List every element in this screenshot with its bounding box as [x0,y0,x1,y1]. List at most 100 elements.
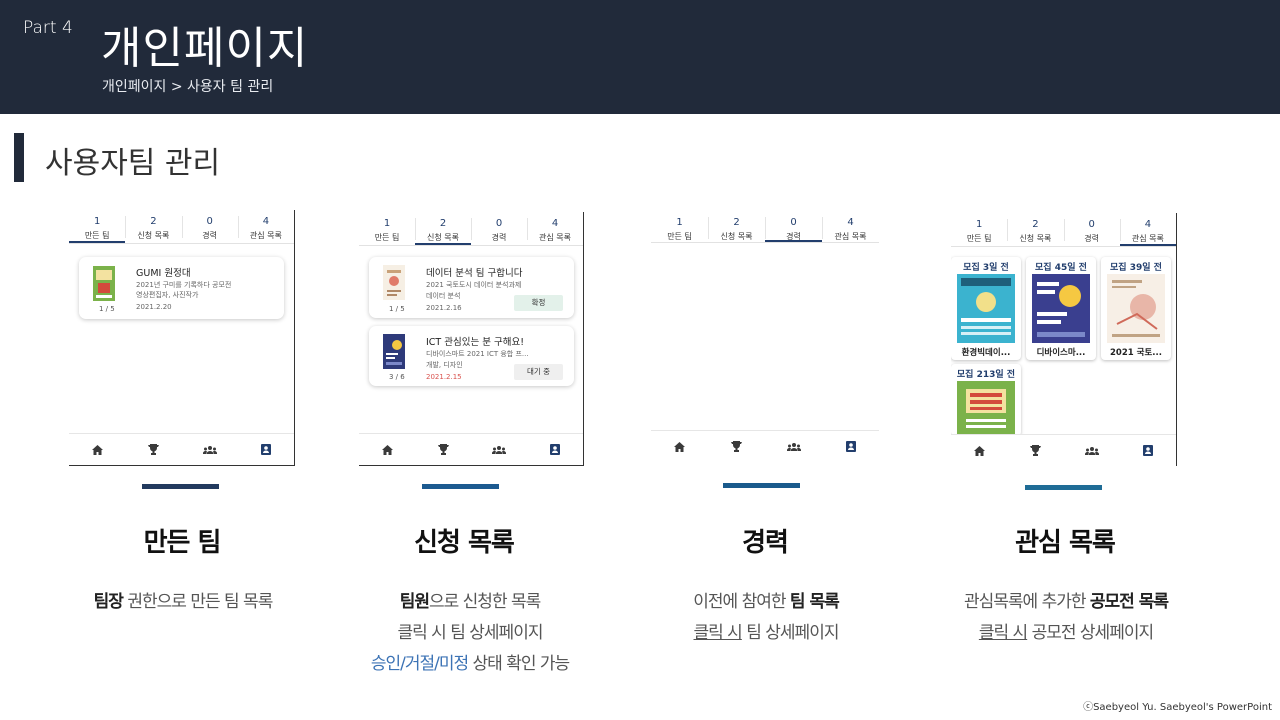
desc-text: 공모전 상세페이지 [1027,623,1155,643]
tab-created-teams[interactable]: 1 만든 팀 [651,211,708,242]
nav-home[interactable] [651,431,708,462]
card-roles: 영상편집자, 사진작가 [136,291,199,299]
tab-label: 경력 [202,231,217,240]
bottom-nav [951,434,1176,466]
tab-created-teams[interactable]: 1 만든 팀 [69,210,126,243]
desc-bold: 공모전 목록 [1089,592,1169,612]
contest-name: 디바이스마... [1036,348,1086,358]
trophy-icon [731,441,742,452]
tab-label: 신청 목록 [427,233,459,242]
tab-applications[interactable]: 2 신청 목록 [708,211,765,242]
phone-applications: 1 만든 팀 2 신청 목록 0 경력 4 관심 목록 1 / 5 데이터 분석 팀 구… [359,212,584,466]
tab-career[interactable]: 0 경력 [765,211,822,242]
member-count: 3 / 6 [389,373,405,381]
status-rejected: 거절 [404,654,435,674]
tab-count: 1 [383,218,391,229]
tab-applications[interactable]: 2 신청 목록 [125,210,181,243]
trophy-icon [437,444,449,455]
contest-card[interactable]: 모집 213일 전 [951,364,1021,436]
bottom-nav [651,430,879,462]
nav-contest[interactable] [1007,435,1063,466]
breadcrumb: 개인페이지 > 사용자 팀 관리 [102,79,274,95]
member-count: 1 / 5 [99,305,115,313]
tab-interests[interactable]: 4 관심 목록 [527,212,583,245]
nav-contest[interactable] [415,434,471,465]
tab-interests[interactable]: 4 관심 목록 [822,211,879,242]
tab-interests[interactable]: 4 관심 목록 [237,210,294,243]
tab-career[interactable]: 0 경력 [1063,213,1120,246]
tab-career[interactable]: 0 경력 [181,210,238,243]
tab-count: 4 [1144,219,1152,230]
desc-line: 클릭 시 팀 상세페이지 [626,618,906,649]
nav-team[interactable] [182,434,238,465]
tab-count: 1 [975,219,983,230]
tab-label: 만든 팀 [966,234,992,243]
tab-count: 2 [733,217,740,228]
profile-card-icon [1142,445,1153,456]
tab-applications[interactable]: 2 신청 목록 [1007,213,1063,246]
desc-line: 관심목록에 추가한 공모전 목록 [926,587,1206,618]
tab-count: 2 [439,218,447,229]
team-card[interactable]: 1 / 5 GUMI 원정대 2021년 구미를 기록하다 공모전 영상편집자,… [79,257,284,319]
tab-career[interactable]: 0 경력 [471,212,527,245]
contest-card[interactable]: 모집 3일 전 환경빅데이... [951,257,1021,360]
desc-bold: 팀원 [399,592,430,612]
card-contest: 2021 국토도시 데이터 분석과제 [426,281,522,289]
application-card[interactable]: 1 / 5 데이터 분석 팀 구합니다 2021 국토도시 데이터 분석과제 데… [369,257,574,318]
tab-label: 경력 [786,232,801,241]
poster-thumbnail-icon [383,334,405,369]
desc-bold: 팀 목록 [789,592,840,612]
tab-interests[interactable]: 4 관심 목록 [1119,213,1176,246]
status-badge-pending: 대기 중 [514,364,563,380]
nav-mypage[interactable] [238,434,294,465]
tab-applications[interactable]: 2 신청 목록 [415,212,471,245]
contest-poster-icon [957,381,1015,436]
status-approved: 승인 [370,654,401,674]
part-label: Part 4 [23,18,73,38]
tab-count: 0 [790,217,797,228]
card-contest: 디바이스마트 2021 ICT 융합 프... [426,350,529,358]
nav-mypage[interactable] [527,434,583,465]
nav-team[interactable] [471,434,527,465]
desc-line: 승인/거절/미정 상태 확인 가능 [330,649,610,680]
nav-mypage[interactable] [822,431,879,462]
desc-line: 클릭 시 팀 상세페이지 [397,623,544,643]
tab-count: 0 [206,216,213,227]
nav-contest[interactable] [125,434,181,465]
nav-team[interactable] [765,431,822,462]
section-marker [14,133,24,182]
contest-name: 환경빅데이... [961,348,1011,358]
tab-count: 2 [1032,219,1039,230]
phone-career: 1 만든 팀 2 신청 목록 0 경력 4 관심 목록 [651,211,879,465]
contest-card[interactable]: 모집 39일 전 2021 국토... [1101,257,1171,360]
member-count: 1 / 5 [389,305,405,313]
nav-home[interactable] [951,435,1007,466]
profile-card-icon [550,444,560,455]
column-title: 관심 목록 [1015,528,1116,558]
accent-bar [142,484,219,489]
tab-created-teams[interactable]: 1 만든 팀 [951,213,1007,246]
profile-card-icon [260,444,271,455]
group-icon [786,442,801,451]
tab-count: 0 [495,218,503,229]
tab-label: 관심 목록 [834,232,867,241]
nav-team[interactable] [1064,435,1120,466]
tab-count: 1 [676,217,683,228]
desc-text: 관심목록에 추가한 [963,592,1090,612]
contest-name: 2021 국토... [1110,348,1162,358]
nav-contest[interactable] [708,431,765,462]
nav-home[interactable] [69,434,125,465]
application-card[interactable]: 3 / 6 ICT 관심있는 분 구해요! 디바이스마트 2021 ICT 융합… [369,326,574,386]
poster-thumbnail-icon [383,265,405,300]
copyright: ⓒSaebyeol Yu. Saebyeol's PowerPoint [1083,702,1272,713]
home-icon [973,445,985,456]
group-icon [492,445,506,454]
contest-card[interactable]: 모집 45일 전 디바이스마... [1026,257,1096,360]
tab-created-teams[interactable]: 1 만든 팀 [359,212,415,245]
tab-label: 경력 [491,233,507,242]
tab-bar: 1 만든 팀 2 신청 목록 0 경력 4 관심 목록 [359,212,583,246]
tab-count: 4 [262,216,270,227]
tab-label: 관심 목록 [1131,234,1164,243]
nav-mypage[interactable] [1120,435,1176,466]
nav-home[interactable] [359,434,415,465]
